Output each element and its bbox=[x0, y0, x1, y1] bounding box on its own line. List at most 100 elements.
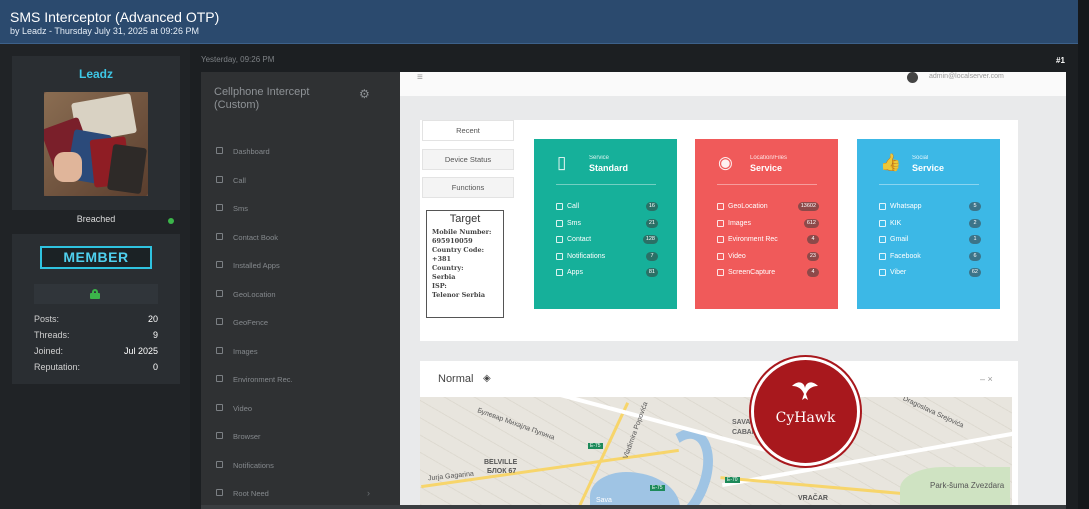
dashboard-icon bbox=[216, 147, 223, 154]
app-nav-item: Browser bbox=[201, 426, 400, 448]
count-badge: 612 bbox=[803, 218, 819, 228]
geofence-icon bbox=[216, 318, 223, 325]
thread-title: SMS Interceptor (Advanced OTP) bbox=[10, 9, 220, 25]
card-row: Sms 21 bbox=[556, 218, 658, 233]
app-nav-label: GeoLocation bbox=[233, 289, 276, 299]
map-label: E-75 bbox=[588, 443, 603, 449]
map-label: БЛОК 67 bbox=[487, 468, 517, 475]
stat-reputation: Reputation: 0 bbox=[34, 362, 158, 372]
row-label: GeoLocation bbox=[728, 203, 768, 210]
root-icon bbox=[216, 489, 223, 496]
service-card: ▯ Service Standard Call 16 Sms 21 Contact 128 Not… bbox=[534, 139, 677, 309]
count-badge: 4 bbox=[807, 268, 819, 277]
author-profile-card: Leadz bbox=[12, 56, 180, 210]
count-badge: 128 bbox=[642, 235, 658, 244]
thread-header: SMS Interceptor (Advanced OTP) by Leadz … bbox=[0, 0, 1078, 44]
map-panel: Normal ◈ – × Булевар Михајла Пупина SAVA… bbox=[420, 361, 1018, 509]
app-header: ≡ admin@localserver.com bbox=[400, 72, 1066, 96]
row-icon bbox=[717, 219, 724, 227]
row-label: ScreenCapture bbox=[728, 269, 776, 276]
card-row: GeoLocation 13602 bbox=[717, 202, 819, 216]
app-nav-item: Environment Rec. bbox=[201, 369, 400, 391]
app-nav-label: Environment Rec. bbox=[233, 375, 293, 384]
row-icon bbox=[556, 252, 563, 260]
row-label: Images bbox=[728, 219, 751, 227]
app-nav-label: Images bbox=[233, 346, 258, 356]
row-label: Apps bbox=[567, 269, 583, 276]
card-divider bbox=[556, 184, 656, 185]
target-details: Mobile Number: 695910059 Country Code: +… bbox=[432, 228, 492, 299]
app-nav-label: Call bbox=[233, 175, 246, 185]
card-row: Facebook 6 bbox=[879, 251, 981, 266]
row-icon bbox=[556, 219, 563, 227]
map: Булевар Михајла Пупина SAVAMALA САВАМАЛА… bbox=[420, 397, 1012, 509]
row-icon bbox=[879, 269, 886, 276]
app-nav-item: GeoFence bbox=[201, 312, 400, 334]
row-icon bbox=[717, 236, 724, 243]
map-label: Sava bbox=[596, 497, 612, 504]
card-row: KIK 2 bbox=[879, 218, 981, 233]
service-card: ◉ Location/Files Service GeoLocation 13602 Im… bbox=[695, 139, 838, 309]
app-nav-label: Contact Book bbox=[233, 232, 279, 242]
geolocation-icon bbox=[216, 289, 223, 297]
card-row: Notifications 7 bbox=[556, 251, 658, 266]
card-row: Video 23 bbox=[717, 251, 819, 266]
map-label: BELVILLE bbox=[484, 459, 518, 466]
tab-recent: Recent bbox=[422, 120, 514, 141]
avatar[interactable] bbox=[44, 92, 148, 196]
app-nav-item: Call bbox=[201, 170, 400, 192]
app-nav-item: Installed Apps bbox=[201, 255, 400, 277]
card-row: Call 16 bbox=[556, 202, 658, 216]
post-timestamp: Yesterday, 09:26 PM bbox=[201, 55, 275, 64]
row-label: Evironment Rec bbox=[728, 236, 778, 243]
card-divider bbox=[879, 184, 979, 185]
thumbs-up-icon: 👍 bbox=[880, 153, 902, 172]
scrollbar-track[interactable] bbox=[1078, 0, 1089, 509]
row-icon bbox=[879, 236, 886, 243]
map-label: E-75 bbox=[650, 485, 665, 491]
post-divider bbox=[201, 505, 1066, 509]
row-label: Contact bbox=[567, 236, 592, 243]
card-row: Evironment Rec 4 bbox=[717, 235, 819, 249]
phone-icon: ▯ bbox=[557, 153, 567, 172]
card-row: Images 612 bbox=[717, 218, 819, 233]
row-icon bbox=[556, 269, 563, 276]
app-nav-item: Images bbox=[201, 341, 400, 363]
author-username[interactable]: Leadz bbox=[12, 67, 180, 81]
count-badge: 16 bbox=[645, 202, 658, 211]
post-number-link[interactable]: #1 bbox=[1056, 56, 1065, 65]
row-icon bbox=[717, 252, 724, 260]
target-heading: Target bbox=[449, 213, 481, 225]
app-nav-item: Root Need › bbox=[201, 483, 400, 505]
app-nav-item: GeoLocation bbox=[201, 284, 400, 306]
stat-joined: Joined: Jul 2025 bbox=[34, 346, 158, 356]
images-icon bbox=[216, 346, 223, 354]
tab-functions: Functions bbox=[422, 177, 514, 198]
row-label: Facebook bbox=[890, 252, 921, 260]
row-label: Whatsapp bbox=[890, 203, 922, 210]
app-nav-label: Installed Apps bbox=[233, 261, 280, 270]
card-caption: Social bbox=[912, 155, 929, 161]
app-nav-label: Notifications bbox=[233, 460, 274, 470]
row-icon bbox=[879, 252, 886, 260]
award-bar bbox=[34, 284, 158, 304]
app-sidebar: Cellphone Intercept (Custom) ⚙ Dashboard… bbox=[201, 72, 400, 509]
app-nav-label: GeoFence bbox=[233, 318, 269, 327]
call-icon bbox=[216, 175, 223, 183]
row-label: Gmail bbox=[890, 236, 909, 243]
card-row: Contact 128 bbox=[556, 235, 658, 249]
hawk-icon bbox=[792, 382, 818, 400]
menu-icon: ≡ bbox=[417, 72, 423, 83]
app-nav-label: Sms bbox=[233, 204, 248, 213]
lock-icon bbox=[90, 289, 100, 299]
count-badge: 1 bbox=[969, 235, 981, 244]
count-badge: 13602 bbox=[797, 202, 819, 211]
count-badge: 81 bbox=[645, 268, 658, 277]
count-badge: 7 bbox=[646, 251, 658, 261]
row-label: Sms bbox=[567, 219, 581, 227]
author-status: Breached bbox=[76, 214, 116, 224]
card-row: ScreenCapture 4 bbox=[717, 268, 819, 282]
row-icon bbox=[879, 203, 886, 210]
row-icon bbox=[717, 203, 724, 210]
row-label: Notifications bbox=[567, 252, 606, 260]
